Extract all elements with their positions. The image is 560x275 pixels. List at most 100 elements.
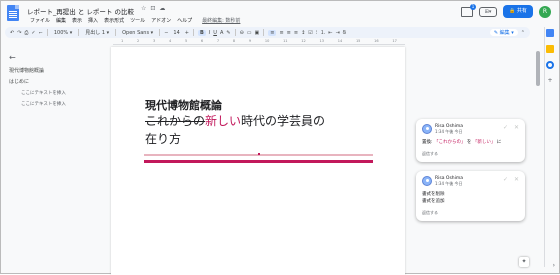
menu-tools[interactable]: ツール xyxy=(127,17,148,24)
editing-mode-select[interactable]: ✎ 編集 ▾ xyxy=(489,29,518,36)
suggestion-line: 書式を削除 xyxy=(422,192,445,197)
ruler-tick: 9 xyxy=(248,39,252,43)
ruler-tick: 5 xyxy=(184,39,188,43)
align-left-icon[interactable]: ≡ xyxy=(268,29,277,36)
vertical-scrollbar[interactable] xyxy=(536,51,540,86)
suggestion-card[interactable]: Risa Oshima 1:34 午後 今日 ✓ ✕ 置換: 「これからの」 を… xyxy=(416,119,525,162)
menu-insert[interactable]: 挿入 xyxy=(85,17,101,24)
menu-file[interactable]: ファイル xyxy=(27,17,53,24)
font-size-increase-icon[interactable]: + xyxy=(185,30,189,36)
align-right-icon[interactable]: ≡ xyxy=(287,30,291,36)
redo-icon[interactable]: ↷ xyxy=(17,30,21,36)
font-size-input[interactable]: 14 xyxy=(171,30,181,36)
close-outline-icon[interactable]: ← xyxy=(9,53,104,62)
menu-format[interactable]: 表示形式 xyxy=(101,17,127,24)
explore-icon[interactable]: ✦ xyxy=(519,257,529,267)
ruler-tick: 14 xyxy=(337,39,343,43)
clear-formatting-icon[interactable]: Ꞩ xyxy=(343,30,346,36)
docs-logo-icon[interactable] xyxy=(7,5,19,21)
ruler-tick: 1 xyxy=(121,39,124,43)
account-avatar[interactable]: R xyxy=(539,5,551,18)
share-button[interactable]: 🔒 共有 xyxy=(503,5,533,18)
move-folder-icon[interactable]: ⊡ xyxy=(150,5,155,12)
outline-item[interactable]: ここにテキストを挿入 xyxy=(9,90,104,96)
highlight-icon[interactable]: ✎ xyxy=(226,30,230,36)
align-justify-icon[interactable]: ≡ xyxy=(294,30,298,36)
ruler-tick: 17 xyxy=(392,39,397,43)
document-title[interactable]: レポート_再提出 と レポート の比較 xyxy=(27,6,134,16)
menu-help[interactable]: ヘルプ xyxy=(174,17,195,24)
font-size-decrease-icon[interactable]: − xyxy=(164,30,168,36)
italic-button[interactable]: I xyxy=(209,30,210,36)
font-value: Open Sans xyxy=(122,29,150,36)
suggestion-time: 1:34 午後 今日 xyxy=(435,129,463,134)
increase-indent-icon[interactable]: ⇥ xyxy=(336,30,340,36)
accept-suggestion-icon[interactable]: ✓ xyxy=(503,124,508,131)
suggestion-body: 置換: 「これからの」 を 「新しい」 に xyxy=(422,139,519,146)
decrease-indent-icon[interactable]: ⇤ xyxy=(328,30,332,36)
suggested-insertion[interactable]: 新しい xyxy=(205,114,241,128)
suggested-deletion[interactable]: これからの xyxy=(145,114,205,128)
hide-menus-icon[interactable]: ⌃ xyxy=(521,30,525,36)
calendar-icon[interactable] xyxy=(546,29,554,37)
bold-button[interactable]: B xyxy=(197,29,206,36)
text-color-icon[interactable]: A xyxy=(220,30,223,36)
reject-suggestion-icon[interactable]: ✕ xyxy=(514,124,519,131)
numbered-list-icon[interactable]: ⒈ xyxy=(320,29,325,36)
side-panel-rail: + xyxy=(543,29,557,84)
present-button[interactable]: ⊞▾ xyxy=(479,6,497,17)
suggestion-card[interactable]: Risa Oshima 1:34 午後 今日 ✓ ✕ 書式を削除 書式を追加 返… xyxy=(416,171,525,221)
style-select[interactable]: 見出し 1 ▾ xyxy=(83,29,111,36)
document-title-line-2[interactable]: 在り方 xyxy=(145,130,181,147)
menu-edit[interactable]: 編集 xyxy=(53,17,69,24)
line-spacing-icon[interactable]: ↕ xyxy=(301,30,305,36)
accept-suggestion-icon[interactable]: ✓ xyxy=(503,176,508,183)
outline-item[interactable]: はじめに xyxy=(9,78,104,85)
title-text: 時代の学芸員の xyxy=(241,114,326,128)
mode-value: 編集 xyxy=(499,30,510,36)
suggestion-type: 置換: xyxy=(422,140,433,145)
insert-image-icon[interactable]: ▣ xyxy=(255,30,260,36)
paint-format-icon[interactable]: ⌐ xyxy=(39,30,43,36)
commenter-avatar xyxy=(422,176,432,186)
underline-button[interactable]: U xyxy=(213,30,217,36)
ruler-tick: 7 xyxy=(216,39,220,43)
suggestion-body: 書式を削除 書式を追加 xyxy=(422,191,519,205)
ruler[interactable]: 1 2 3 4 5 6 7 8 9 10 11 12 13 14 15 16 1… xyxy=(113,39,405,45)
menu-view[interactable]: 表示 xyxy=(69,17,85,24)
bulleted-list-icon[interactable]: ⁝ xyxy=(316,30,318,36)
document-title-line[interactable]: これからの新しい時代の学芸員の xyxy=(145,112,325,129)
suggested-format-line xyxy=(144,153,373,156)
document-heading[interactable]: 現代博物館概論 xyxy=(145,97,222,113)
collapse-panel-icon[interactable]: › xyxy=(553,262,555,269)
add-addon-icon[interactable]: + xyxy=(547,77,552,84)
document-page[interactable]: 現代博物館概論 これからの新しい時代の学芸員の 在り方 xyxy=(111,47,405,275)
star-icon[interactable]: ☆ xyxy=(141,5,146,12)
ruler-tick: 16 xyxy=(374,39,379,43)
zoom-select[interactable]: 100% ▾ xyxy=(52,30,74,36)
outline-item[interactable]: ここにテキストを挿入 xyxy=(9,101,104,107)
print-icon[interactable]: ⎙ xyxy=(24,30,28,36)
toolbar-divider xyxy=(159,29,161,36)
comment-history-button[interactable]: 1 xyxy=(461,3,476,17)
ruler-tick: 4 xyxy=(168,39,172,43)
cloud-status-icon[interactable]: ☁ xyxy=(159,5,165,12)
add-comment-icon[interactable]: ▭ xyxy=(247,30,252,36)
toolbar-divider xyxy=(234,29,236,36)
reply-link[interactable]: 返信する xyxy=(422,210,519,216)
align-center-icon[interactable]: ≡ xyxy=(279,30,283,36)
keep-icon[interactable] xyxy=(546,45,554,53)
suggestion-actions: ✓ ✕ xyxy=(503,176,519,183)
font-select[interactable]: Open Sans ▾ xyxy=(120,30,155,36)
last-edit-link[interactable]: 最終編集: 数秒前 xyxy=(199,17,243,24)
toolbar-divider xyxy=(46,29,48,36)
menu-addons[interactable]: アドオン xyxy=(148,17,174,24)
outline-item[interactable]: 現代博物館概論 xyxy=(9,67,104,74)
undo-icon[interactable]: ↶ xyxy=(10,30,14,36)
tasks-icon[interactable] xyxy=(546,61,554,69)
spellcheck-icon[interactable]: ✓ xyxy=(31,30,35,36)
checklist-icon[interactable]: ☑ xyxy=(308,30,312,36)
link-icon[interactable]: ⊖ xyxy=(240,30,244,36)
reply-link[interactable]: 返信する xyxy=(422,151,519,157)
reject-suggestion-icon[interactable]: ✕ xyxy=(514,176,519,183)
